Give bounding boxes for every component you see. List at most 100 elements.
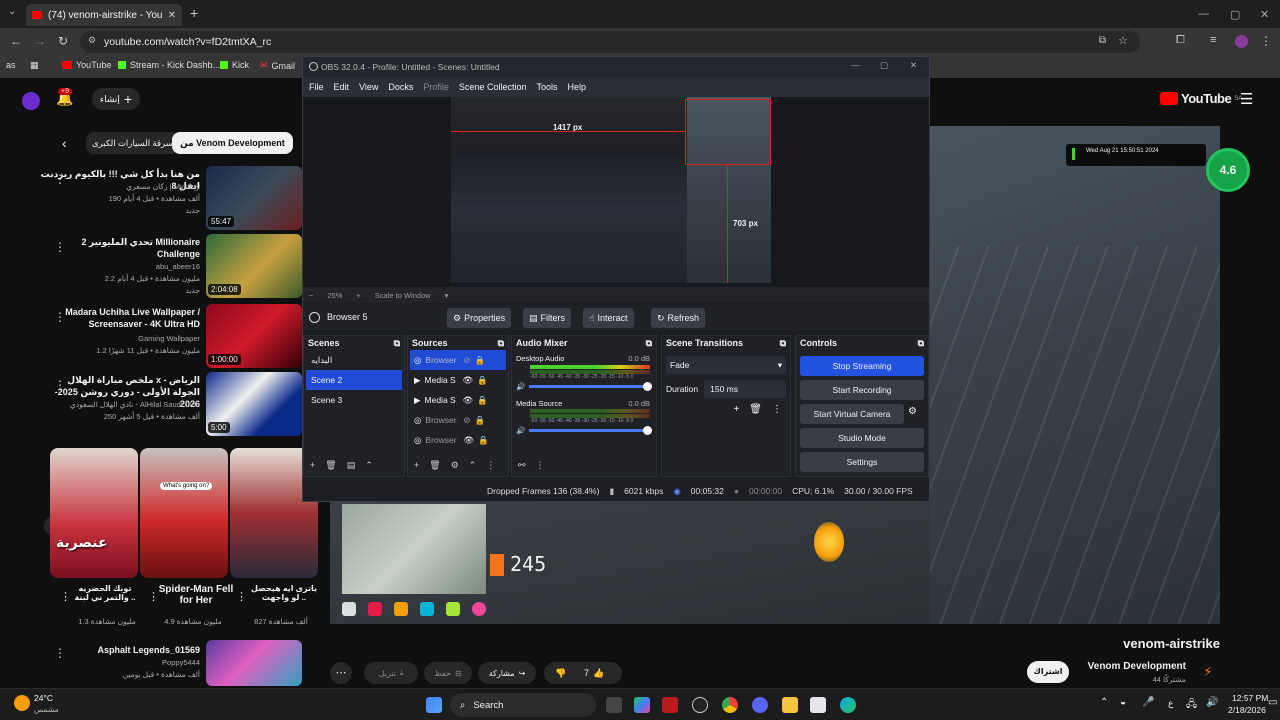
start-virtual-camera-button[interactable]: Start Virtual Camera [800,404,904,424]
scale-mode-dropdown-icon[interactable]: ▾ [445,291,449,300]
list-item[interactable]: ⋮ Madara Uchiha Live Wallpaper / Screens… [40,304,302,368]
video-thumbnail[interactable]: 2:04:08 [206,234,302,298]
obs-maximize-icon[interactable]: ▢ [880,60,888,71]
preview-selection-box[interactable] [685,99,771,165]
studio-mode-button[interactable]: Studio Mode [800,428,924,448]
source-item[interactable]: ▶ Media S 👁 🔒 [410,370,506,390]
lock-icon[interactable]: 🔒 [475,415,486,426]
notification-center-icon[interactable]: ▭ [1268,697,1277,708]
mixer-link-icon[interactable]: ⚯ [518,460,526,471]
subscribe-button[interactable]: اشتراك [1027,661,1069,683]
list-item[interactable]: ⋮ Asphalt Legends_01569 Poppy5444 ألف مش… [40,640,302,686]
reading-list-icon[interactable]: ≡ [1210,34,1216,46]
browser-tab-youtube[interactable]: (74) venom-airstrike - YouTube ✕ [26,4,182,26]
channel-avatar[interactable]: ⚡ [1198,662,1218,682]
bookmark-youtube[interactable]: YouTube [62,60,111,70]
more-options-icon[interactable]: ⋮ [486,460,495,471]
video-title[interactable]: Asphalt Legends_01569 [40,644,200,656]
video-thumbnail[interactable]: 5:00 [206,372,302,436]
move-up-icon[interactable]: ⌃ [365,460,373,471]
maximize-window-icon[interactable]: ▢ [1230,8,1240,21]
site-info-icon[interactable]: ⚙ [88,35,96,46]
visibility-icon[interactable]: 👁 [463,395,474,406]
edge-icon[interactable] [840,697,856,713]
volume-slider[interactable] [529,382,652,391]
apps-grid-icon[interactable]: ▦ [30,60,39,71]
taskbar-search[interactable]: ⌕ Search [450,693,596,717]
virtual-camera-settings-icon[interactable]: ⚙ [908,406,917,417]
close-window-icon[interactable]: ✕ [1260,8,1269,21]
remove-transition-icon[interactable]: 🗑 [749,404,762,415]
dock-float-icon[interactable]: ⧉ [498,338,504,348]
bookmark-kick-dashboard[interactable]: Stream - Kick Dashb... [118,60,220,70]
short-thumbnail[interactable]: What's going on? [140,448,228,578]
video-thumbnail[interactable] [206,640,302,686]
channel-name[interactable]: Venom Development [1068,661,1186,672]
video-thumbnail[interactable]: 1:00:00 [206,304,302,368]
source-item[interactable]: ◎ Browser 👁 🔒 [410,430,506,450]
dock-float-icon[interactable]: ⧉ [646,338,652,348]
profile-badge[interactable]: as [6,60,16,70]
browser-menu-icon[interactable]: ⋮ [1260,34,1272,48]
lock-icon[interactable]: 🔒 [478,435,489,446]
mixer-menu-icon[interactable]: ⋮ [536,460,545,471]
more-actions-button[interactable]: ⋯ [330,662,352,684]
volume-icon[interactable]: 🔊 [516,426,525,435]
properties-button[interactable]: ⚙ Properties [447,308,512,328]
volume-slider-handle[interactable] [643,426,652,435]
network-icon[interactable]: 🖧 [1186,697,1197,714]
scene-filters-icon[interactable]: ▤ [347,460,356,471]
menu-scene-collection[interactable]: Scene Collection [459,82,527,92]
address-bar[interactable]: ⚙ youtube.com/watch?v=fD2tmtXA_rc ⧉ ☆ [80,31,1140,53]
tab-list-chevron-icon[interactable]: ⌄ [8,6,16,17]
volume-slider[interactable] [529,426,652,435]
add-scene-icon[interactable]: + [310,460,315,470]
download-button[interactable]: تنزيل ⤓ [364,662,418,684]
source-item[interactable]: ▶ Media S 👁 🔒 [410,390,506,410]
remove-source-icon[interactable]: 🗑 [429,460,440,471]
visibility-hidden-icon[interactable]: ⊘ [463,355,470,366]
volume-icon[interactable]: 🔊 [1206,697,1218,708]
chrome-icon[interactable] [722,697,738,713]
discord-icon[interactable] [752,697,768,713]
source-properties-icon[interactable]: ⚙ [451,460,459,471]
chip-venom-development[interactable]: من Venom Development [172,132,293,154]
share-button[interactable]: مشاركة ↪ [478,662,536,684]
start-recording-button[interactable]: Start Recording [800,380,924,400]
short-title[interactable]: Spider-Man Fell for Her [158,584,234,606]
short-title[interactable]: توبك الحضريه والتمر ني لبنة .. [70,584,140,602]
volume-icon[interactable]: 🔊 [516,382,525,391]
remove-scene-icon[interactable]: 🗑 [325,460,336,471]
volume-slider-handle[interactable] [643,382,652,391]
move-up-icon[interactable]: ⌃ [469,460,477,471]
tab-close-icon[interactable]: ✕ [168,10,176,21]
video-channel[interactable]: نادي الهلال السعودي - AlHilal Saudi Club [40,400,200,409]
lock-icon[interactable]: 🔒 [475,355,486,366]
video-thumbnail[interactable]: 55:47 [206,166,302,230]
dock-float-icon[interactable]: ⧉ [394,338,400,348]
store-icon[interactable] [810,697,826,713]
scale-mode[interactable]: Scale to Window [375,291,431,300]
forward-icon[interactable]: → [34,34,46,48]
save-button[interactable]: حفظ ⊟ [424,662,472,684]
profile-avatar[interactable] [1235,35,1248,48]
video-channel[interactable]: Gaming Wallpaper [40,334,200,343]
video-channel[interactable]: ركان مسعري | Mystery [40,182,200,191]
new-tab-button[interactable]: + [190,5,198,21]
video-title[interactable]: Madara Uchiha Live Wallpaper / Screensav… [40,306,200,330]
visibility-icon[interactable]: 👁 [463,375,474,386]
short-thumbnail[interactable]: عنصرية [50,448,138,578]
scene-item[interactable]: Scene 3 [306,390,402,410]
lock-icon[interactable]: 🔒 [477,395,488,406]
weather-icon[interactable] [14,695,30,711]
menu-profile[interactable]: Profile [423,82,449,92]
like-icon[interactable]: 👍 [589,668,604,679]
scene-item[interactable]: البدايه [306,350,402,370]
start-icon[interactable] [426,697,442,713]
add-source-icon[interactable]: + [414,460,419,470]
zoom-out-icon[interactable]: − [309,291,313,300]
short-title[interactable]: ياترى ايه هيحصل لو واجهت .. [246,584,322,602]
dock-float-icon[interactable]: ⧉ [918,338,924,348]
menu-view[interactable]: View [359,82,378,92]
duration-input[interactable]: 150 ms [704,380,786,398]
